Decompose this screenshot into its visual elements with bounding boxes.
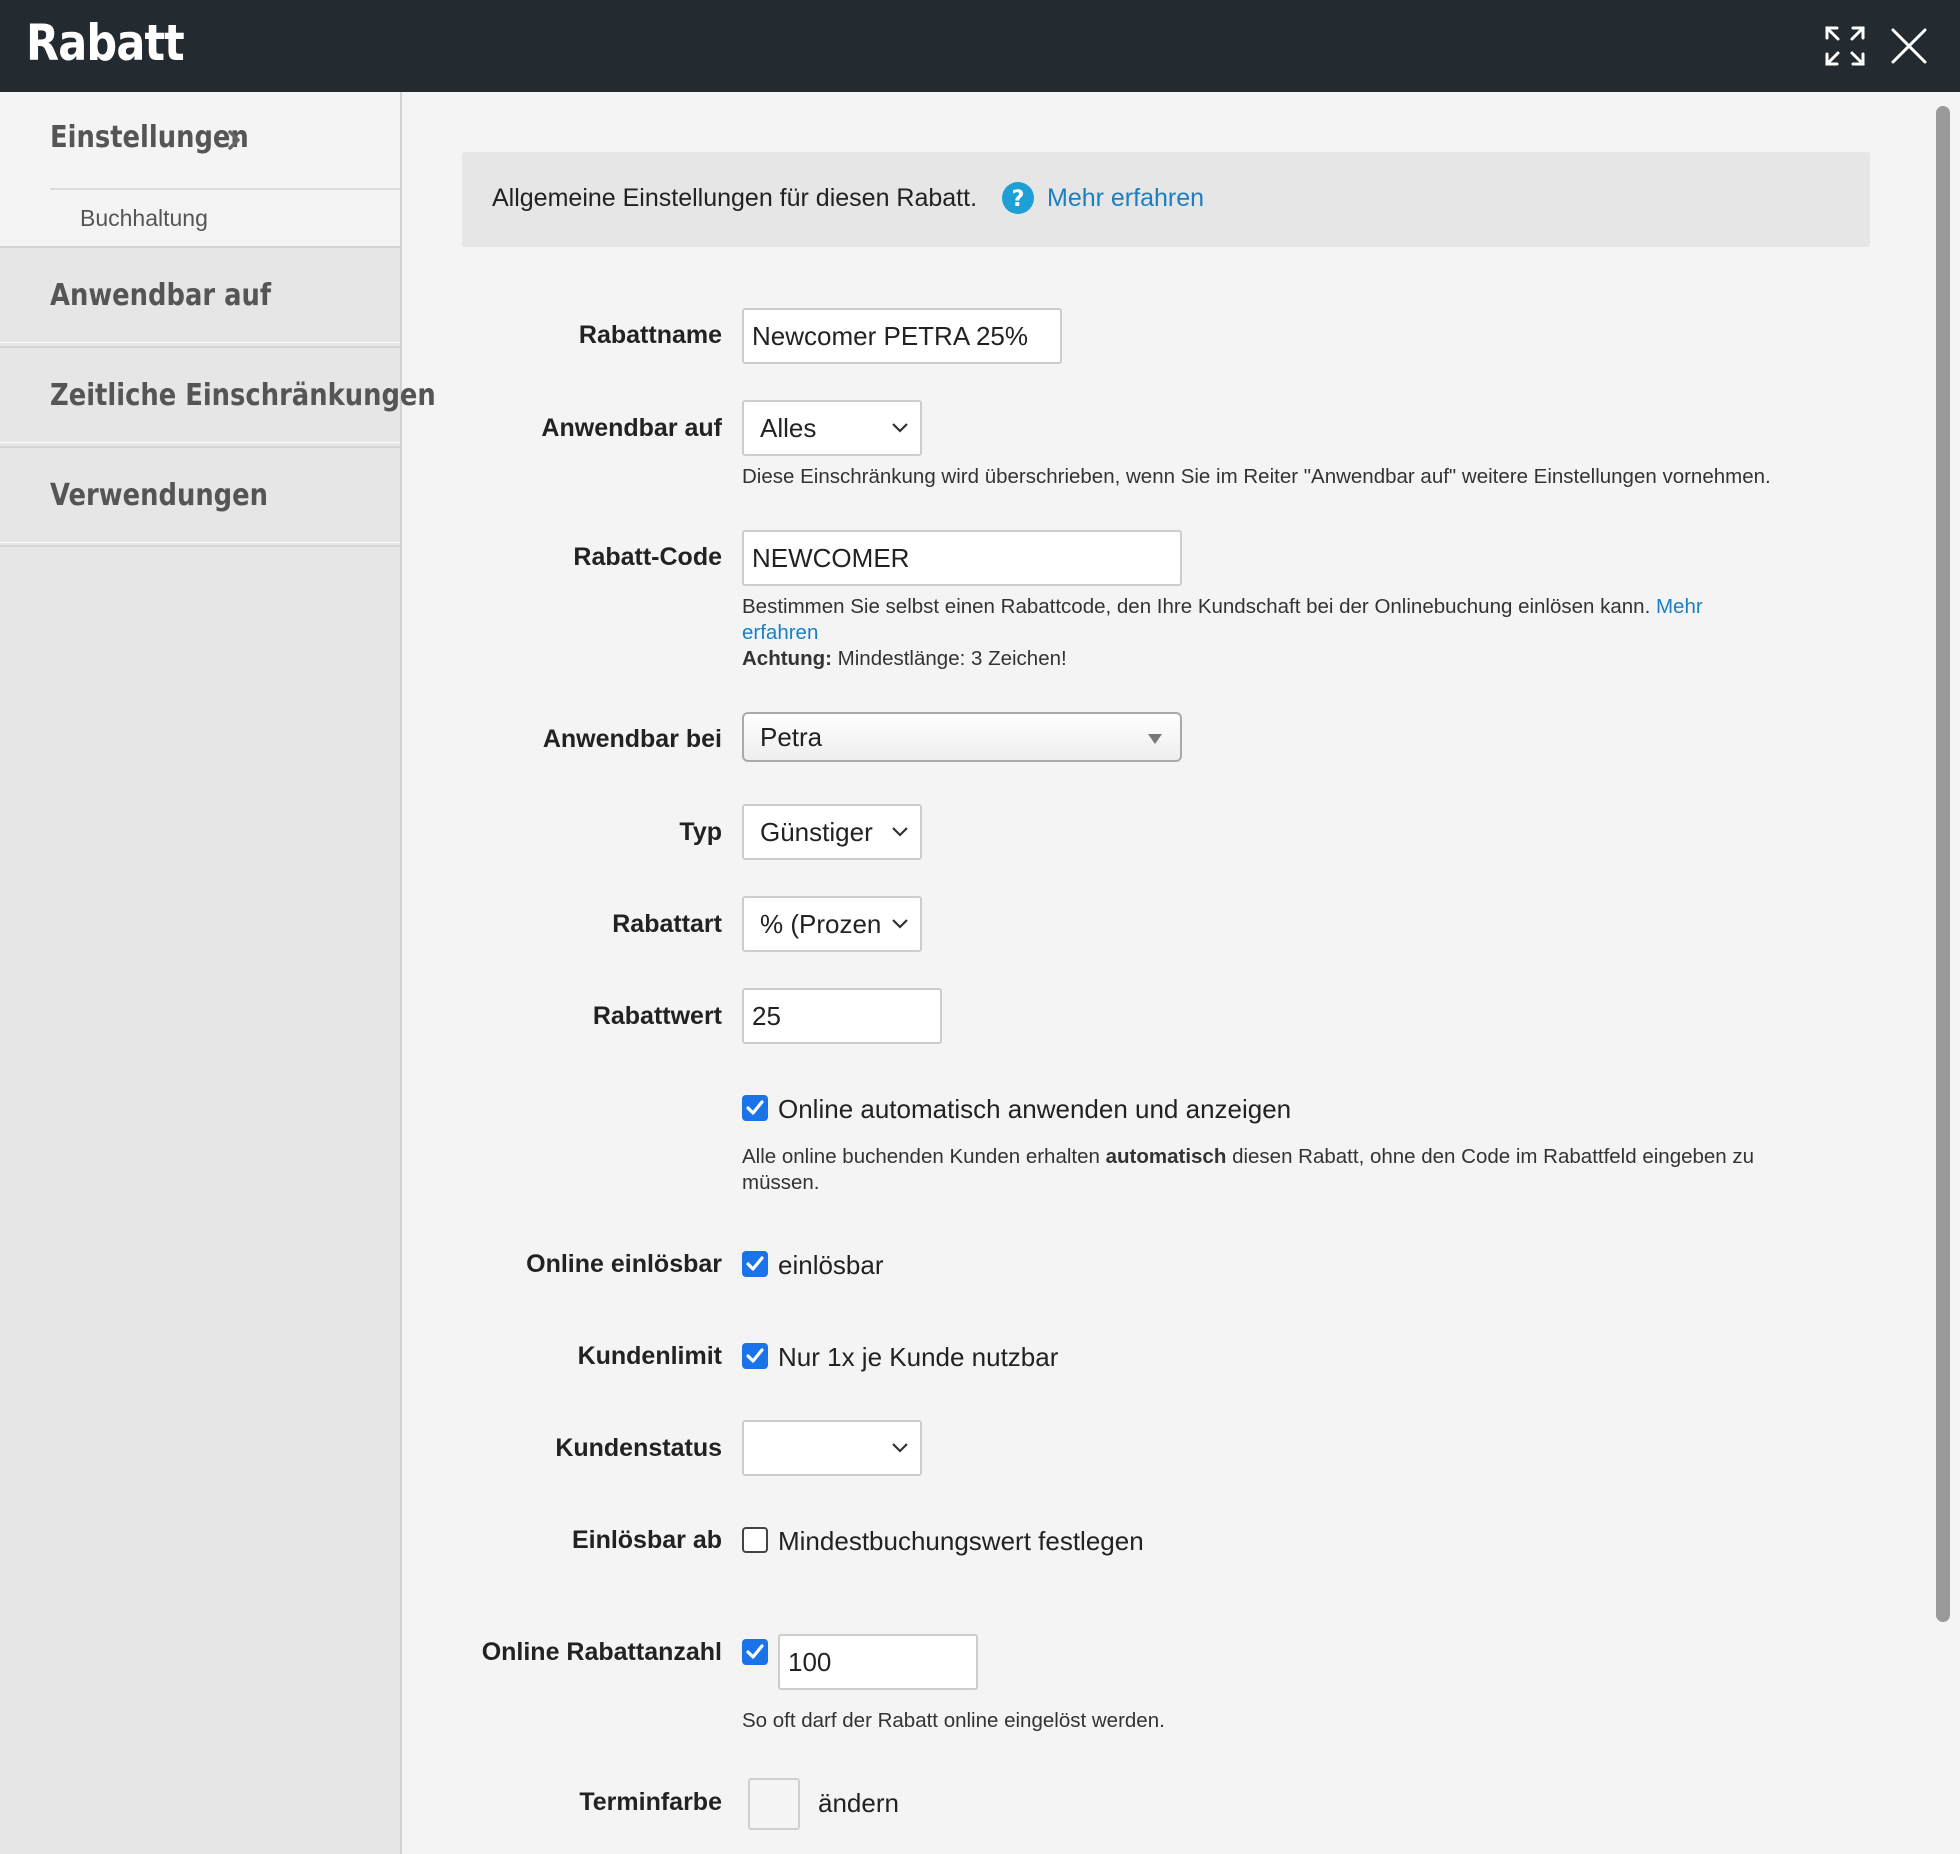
info-box: Allgemeine Einstellungen für diesen Raba… xyxy=(462,152,1870,247)
sidebar-item-label: Anwendbar auf xyxy=(50,278,272,313)
rabattwert-input[interactable]: 25 xyxy=(742,988,942,1044)
sidebar-subitem-buchhaltung[interactable]: Buchhaltung xyxy=(80,205,208,232)
online-einloesbar-label: Online einlösbar xyxy=(526,1250,722,1278)
svg-text:?: ? xyxy=(1012,187,1025,212)
anwendbar-auf-hint: Diese Einschränkung wird überschrieben, … xyxy=(742,465,1771,488)
sidebar-item-einstellungen[interactable]: Einstellungen Buchhaltung xyxy=(0,92,400,246)
chevron-down-icon xyxy=(892,1443,908,1453)
typ-label: Typ xyxy=(679,818,722,846)
einloesbar-ab-label: Einlösbar ab xyxy=(571,1526,722,1554)
window-title: Rabatt xyxy=(26,14,185,72)
rabattart-label: Rabattart xyxy=(612,910,722,938)
info-text: Allgemeine Einstellungen für diesen Raba… xyxy=(492,184,978,212)
learn-more-link[interactable]: Mehr xyxy=(1656,595,1703,618)
checkmark-icon xyxy=(746,1256,764,1271)
einloesbar-ab-checkbox-label[interactable]: Mindestbuchungswert festlegen xyxy=(778,1526,1144,1557)
checkmark-icon xyxy=(746,1348,764,1363)
kundenstatus-select[interactable] xyxy=(742,1420,922,1476)
rabatt-code-label: Rabatt-Code xyxy=(573,543,722,571)
chevron-down-icon xyxy=(892,827,908,837)
chevron-right-icon xyxy=(224,128,244,152)
chevron-down-icon xyxy=(892,919,908,929)
scrollbar-thumb[interactable] xyxy=(1936,106,1950,1622)
kundenstatus-label: Kundenstatus xyxy=(555,1434,722,1462)
dropdown-arrow-icon xyxy=(1148,734,1162,744)
einloesbar-ab-checkbox[interactable] xyxy=(742,1527,768,1553)
sidebar-item-label: Verwendungen xyxy=(50,478,269,513)
rabatt-code-input[interactable]: NEWCOMER xyxy=(742,530,1182,586)
divider xyxy=(0,545,400,547)
anwendbar-bei-select[interactable]: Petra xyxy=(742,712,1182,762)
kundenlimit-checkbox-label[interactable]: Nur 1x je Kunde nutzbar xyxy=(778,1342,1058,1373)
auto-apply-checkbox[interactable] xyxy=(742,1095,768,1121)
online-rabattanzahl-hint: So oft darf der Rabatt online eingelöst … xyxy=(742,1709,1165,1732)
kundenlimit-label: Kundenlimit xyxy=(577,1342,722,1370)
online-einloesbar-checkbox[interactable] xyxy=(742,1251,768,1277)
sidebar-item-verwendungen[interactable]: Verwendungen xyxy=(0,446,400,543)
kundenlimit-checkbox[interactable] xyxy=(742,1343,768,1369)
rabattname-label: Rabattname xyxy=(578,321,722,349)
chevron-down-icon xyxy=(892,423,908,433)
expand-icon[interactable] xyxy=(1821,22,1869,70)
select-value: % (Prozen xyxy=(760,909,882,939)
sidebar: Einstellungen Buchhaltung Anwendbar auf … xyxy=(0,92,436,1854)
online-rabattanzahl-label: Online Rabattanzahl xyxy=(481,1638,722,1666)
select-value: Petra xyxy=(760,722,823,752)
sidebar-item-label: Zeitliche Einschränkungen xyxy=(50,378,436,413)
checkmark-icon xyxy=(746,1100,764,1115)
hint-text: Bestimmen Sie selbst einen Rabattcode, d… xyxy=(742,595,1651,618)
help-icon[interactable]: ? xyxy=(1002,182,1034,214)
anwendbar-auf-select[interactable]: Alles xyxy=(742,400,922,456)
hint-text: Alle online buchenden Kunden erhalten xyxy=(742,1145,1100,1168)
learn-more-link[interactable]: erfahren xyxy=(742,621,818,644)
hint-text: diesen Rabatt, ohne den Code im Rabattfe… xyxy=(1232,1145,1755,1168)
online-rabattanzahl-input[interactable]: 100 xyxy=(778,1634,978,1690)
anwendbar-bei-label: Anwendbar bei xyxy=(542,725,722,753)
learn-more-link[interactable]: Mehr erfahren xyxy=(1047,184,1204,213)
sidebar-item-zeitliche-einschraenkungen[interactable]: Zeitliche Einschränkungen xyxy=(0,346,436,443)
sidebar-item-anwendbar-auf[interactable]: Anwendbar auf xyxy=(0,246,400,343)
rabattart-select[interactable]: % (Prozen xyxy=(742,896,922,952)
change-color-link[interactable]: ändern xyxy=(818,1788,899,1819)
divider xyxy=(50,188,400,190)
hint-bold: automatisch xyxy=(1105,1145,1227,1168)
rabatt-code-hint: Bestimmen Sie selbst einen Rabattcode, d… xyxy=(742,594,1882,672)
color-swatch[interactable] xyxy=(748,1778,800,1830)
warning-label: Achtung: xyxy=(742,647,832,670)
sidebar-item-label: Einstellungen xyxy=(50,120,249,155)
terminfarbe-label: Terminfarbe xyxy=(579,1788,722,1816)
title-bar: Rabatt xyxy=(0,0,1960,92)
select-value: Günstiger xyxy=(760,817,873,847)
hint-text: müssen. xyxy=(742,1171,820,1194)
auto-apply-hint: Alle online buchenden Kunden erhalten au… xyxy=(742,1144,1882,1196)
online-rabattanzahl-checkbox[interactable] xyxy=(742,1639,768,1665)
anwendbar-auf-label: Anwendbar auf xyxy=(541,414,722,442)
warning-text: Mindestlänge: 3 Zeichen! xyxy=(837,647,1067,670)
rabattname-input[interactable]: Newcomer PETRA 25% xyxy=(742,308,1062,364)
checkmark-icon xyxy=(746,1644,764,1659)
rabattwert-label: Rabattwert xyxy=(592,1002,722,1030)
auto-apply-label[interactable]: Online automatisch anwenden und anzeigen xyxy=(778,1094,1291,1125)
online-einloesbar-checkbox-label[interactable]: einlösbar xyxy=(778,1250,884,1281)
typ-select[interactable]: Günstiger xyxy=(742,804,922,860)
select-value: Alles xyxy=(760,413,817,443)
close-icon[interactable] xyxy=(1885,22,1933,70)
